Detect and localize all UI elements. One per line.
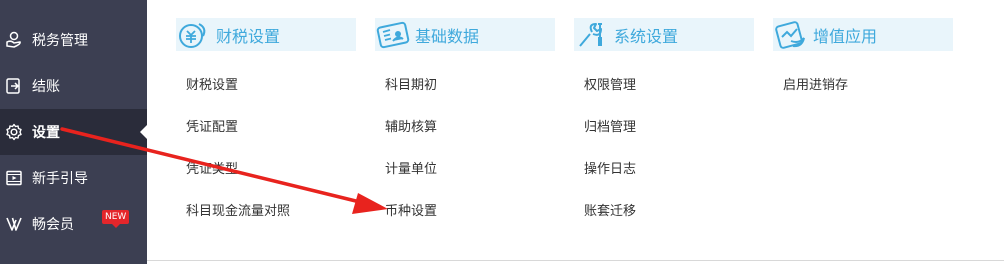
- new-badge: NEW: [102, 210, 130, 228]
- basic-data-icon: [373, 20, 413, 50]
- column-header: 基础数据: [375, 18, 555, 51]
- column-title: 财税设置: [216, 26, 281, 46]
- sidebar-item-label: 结账: [32, 79, 60, 95]
- hand-coin-icon: [4, 30, 24, 50]
- video-guide-icon: [4, 168, 24, 188]
- sidebar-item-guide[interactable]: 新手引导: [0, 155, 147, 201]
- sidebar-item-settings[interactable]: 设置: [0, 109, 147, 155]
- link-subject-opening[interactable]: 科目期初: [385, 74, 437, 93]
- menu-column-basic-data: 基础数据 科目期初 辅助核算 计量单位 币种设置: [375, 18, 555, 219]
- active-indicator: [140, 125, 147, 139]
- link-voucher-type[interactable]: 凭证类型: [186, 158, 238, 177]
- link-operation-log[interactable]: 操作日志: [584, 158, 636, 177]
- sidebar-item-label: 畅会员: [32, 217, 74, 233]
- column-header: 财税设置: [176, 18, 356, 51]
- link-enable-inventory[interactable]: 启用进销存: [783, 74, 848, 93]
- link-unit-of-measure[interactable]: 计量单位: [385, 158, 437, 177]
- menu-column-finance-tax: 财税设置 财税设置 凭证配置 凭证类型 科目现金流量对照: [176, 18, 356, 219]
- finance-tax-icon: [174, 20, 214, 50]
- column-title: 系统设置: [614, 26, 679, 46]
- sidebar-item-tax[interactable]: 税务管理: [0, 17, 147, 63]
- column-title: 基础数据: [415, 26, 480, 46]
- menu-column-system-settings: 系统设置 权限管理 归档管理 操作日志 账套迁移: [574, 18, 754, 219]
- link-finance-settings[interactable]: 财税设置: [186, 74, 238, 93]
- sidebar: 税务管理 结账 设置 新手引导 畅会员 NEW: [0, 0, 147, 264]
- column-header: 系统设置: [574, 18, 754, 51]
- link-cashflow-mapping[interactable]: 科目现金流量对照: [186, 200, 290, 219]
- link-permission-management[interactable]: 权限管理: [584, 74, 636, 93]
- vip-icon: [4, 214, 24, 234]
- link-account-migration[interactable]: 账套迁移: [584, 200, 636, 219]
- menu-column-value-added: 增值应用 启用进销存: [773, 18, 953, 93]
- sidebar-item-label: 税务管理: [32, 33, 88, 49]
- link-auxiliary-accounting[interactable]: 辅助核算: [385, 116, 437, 135]
- sidebar-item-partial[interactable]: [0, 0, 147, 6]
- column-title: 增值应用: [813, 26, 878, 46]
- system-tools-icon: [572, 20, 612, 50]
- sidebar-item-label: 新手引导: [32, 171, 88, 187]
- sidebar-item-checkout[interactable]: 结账: [0, 63, 147, 109]
- checkout-icon: [4, 76, 24, 96]
- link-archive-management[interactable]: 归档管理: [584, 116, 636, 135]
- divider: [147, 260, 1004, 261]
- gear-icon: [4, 122, 24, 142]
- column-header: 增值应用: [773, 18, 953, 51]
- link-voucher-config[interactable]: 凭证配置: [186, 116, 238, 135]
- sidebar-item-vip[interactable]: 畅会员 NEW: [0, 201, 147, 247]
- sidebar-item-label: 设置: [32, 125, 60, 141]
- value-added-icon: [771, 20, 811, 50]
- link-currency-settings[interactable]: 币种设置: [385, 200, 437, 219]
